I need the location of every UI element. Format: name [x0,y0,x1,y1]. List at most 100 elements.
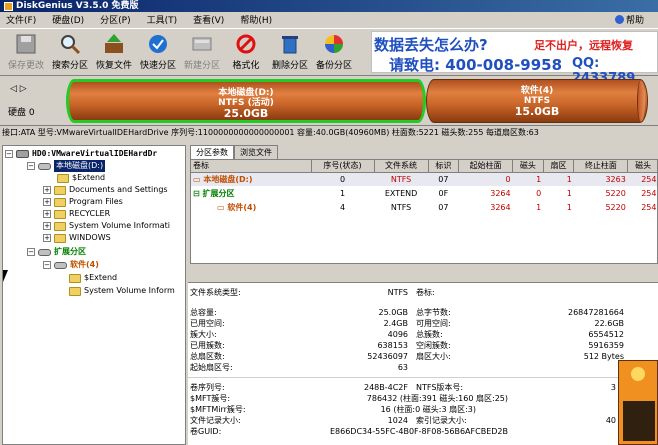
cell-label-text: 本地磁盘(D:) [203,174,253,184]
collapse-icon[interactable]: − [27,248,35,256]
quick-partition-label: 快速分区 [139,61,176,71]
menu-help[interactable]: 帮助(H) [238,13,274,26]
cluster-size-value: 4096 [387,330,408,339]
recover-files-button[interactable]: 恢复文件 [92,29,136,75]
tree-item-partition-d[interactable]: − 本地磁盘(D:) [27,160,106,172]
quick-partition-button[interactable]: 快速分区 [136,29,180,75]
new-partition-icon [191,33,213,55]
moon-icon [631,367,645,381]
folder-icon [57,173,69,183]
delete-partition-button[interactable]: 删除分区 [268,29,312,75]
expand-icon[interactable]: + [43,234,51,242]
backup-partition-label: 备份分区 [315,61,352,71]
col-header-end-cyl[interactable]: 终止柱面 [573,160,629,173]
format-button[interactable]: 格式化 [224,29,268,75]
tree-item-folder[interactable]: + WINDOWS [43,232,111,244]
recover-files-icon [103,33,125,55]
fs-type-label: 文件系统类型: [190,288,241,297]
expand-icon[interactable]: + [43,222,51,230]
free-clusters-label: 空闲簇数: [416,341,451,350]
ad-headline: 数据丢失怎么办? [374,36,488,54]
partition-bar-software[interactable]: 软件(4) NTFS 15.0GB [426,79,648,123]
disk-nav-arrows[interactable]: ◁ ▷ [10,84,27,94]
col-header-id[interactable]: 标识 [428,160,460,173]
tree-item-folder[interactable]: $Extend [57,172,105,184]
tree-item-folder[interactable]: System Volume Inform [69,285,175,297]
delete-partition-label: 删除分区 [271,61,308,71]
menu-file[interactable]: 文件(F) [4,13,38,26]
tab-partition-params[interactable]: 分区参数 [190,145,234,159]
tree-item-folder[interactable]: $Extend [69,272,117,284]
house-silhouette-icon [623,401,655,441]
table-header-row: 卷标 序号(状态) 文件系统 标识 起始柱面 磁头 扇区 终止柱面 磁头 [191,160,657,173]
halloween-corner-image [618,360,658,445]
tree-item-folder[interactable]: + System Volume Informati [43,220,170,232]
tree-item-extended[interactable]: − 扩展分区 [27,246,86,258]
table-row[interactable]: ▭ 本地磁盘(D:) 0 NTFS 07 0 1 1 3263 254 [191,172,657,186]
free-space-value: 22.6GB [594,319,625,328]
expand-icon[interactable]: + [43,198,51,206]
volume-label-label: 卷标: [416,288,435,297]
search-partition-button[interactable]: 搜索分区 [48,29,92,75]
mft-cluster-value: 786432 (柱面:391 磁头:160 扇区:25) [366,394,508,403]
col-header-fs[interactable]: 文件系统 [374,160,429,173]
tree-item-partition-software[interactable]: − 软件(4) [43,259,99,271]
serial-label: 卷序列号: [190,383,225,392]
partition-bar-d[interactable]: 本地磁盘(D:) NTFS (活动) 25.0GB [66,79,426,123]
tree-item-folder[interactable]: + Program Files [43,196,123,208]
cell-id: 07 [438,174,449,184]
collapse-icon[interactable]: − [27,162,35,170]
collapse-icon[interactable]: − [5,150,13,158]
tree-item-label: $Extend [84,273,118,282]
menu-partition[interactable]: 分区(P) [98,13,132,26]
col-header-index[interactable]: 序号(状态) [311,160,375,173]
total-bytes-value: 26847281664 [568,308,624,317]
col-header-head[interactable]: 磁头 [512,160,544,173]
partition-details: 文件系统类型: NTFS 卷标: 总容量: 25.0GB 总字节数: 26847… [188,282,658,445]
disk-map: ◁ ▷ 硬盘 0 本地磁盘(D:) NTFS (活动) 25.0GB 软件(4)… [0,77,658,125]
ntfs-version-value: 3 [610,383,616,392]
new-partition-button[interactable]: 新建分区 [180,29,224,75]
collapse-icon[interactable]: ⊟ [193,189,203,198]
tree-item-folder[interactable]: + Documents and Settings [43,184,168,196]
cell-sector: 1 [566,202,572,212]
new-partition-label: 新建分区 [183,61,220,71]
used-space-label: 已用空间: [190,319,225,328]
cluster-size-label: 簇大小: [190,330,217,339]
tree-item-folder[interactable]: + RECYCLER [43,208,110,220]
col-header-label[interactable]: 卷标 [191,160,312,173]
expand-icon[interactable]: + [43,210,51,218]
expand-icon[interactable]: + [43,186,51,194]
format-icon [235,33,257,55]
menu-view[interactable]: 查看(V) [191,13,226,26]
mftmirr-cluster-label: $MFTMirr簇号: [190,405,246,414]
table-row[interactable]: ⊟ 扩展分区 1 EXTEND 0F 3264 0 1 5220 254 [191,186,657,200]
ad-banner[interactable]: 数据丢失怎么办? 足不出户，远程恢复 请致电: 400-008-9958 QQ:… [371,31,658,86]
cell-start-cyl: 3264 [490,188,511,198]
help-link[interactable]: 帮助 [614,13,644,26]
format-label: 格式化 [232,61,260,71]
col-header-end-head[interactable]: 磁头 [627,160,657,173]
col-header-sector[interactable]: 扇区 [543,160,575,173]
disk-tree[interactable]: − HD0:VMwareVirtualIDEHardDr − 本地磁盘(D:) … [2,145,186,445]
folder-icon [54,185,66,195]
partition-bar-d-name: 本地磁盘(D:) [218,88,274,98]
total-capacity-value: 25.0GB [378,308,409,317]
tab-browse-files[interactable]: 浏览文件 [234,145,278,159]
col-header-start-cyl[interactable]: 起始柱面 [458,160,514,173]
disk-label: 硬盘 0 [8,108,35,118]
partition-icon: ▭ [217,202,228,212]
save-changes-button[interactable]: 保存更改 [4,29,48,75]
tree-item-label: 本地磁盘(D:) [54,160,106,172]
backup-partition-button[interactable]: 备份分区 [312,29,356,75]
table-row[interactable]: ▭ 软件(4) 4 NTFS 07 3264 1 1 5220 254 [191,200,657,214]
menu-disk[interactable]: 硬盘(D) [50,13,86,26]
cell-end-head: 254 [641,174,657,184]
collapse-icon[interactable]: − [43,261,51,269]
tree-item-disk[interactable]: − HD0:VMwareVirtualIDEHardDr [5,148,157,160]
cell-fs: NTFS [390,202,412,212]
cell-index: 0 [339,174,346,184]
folder-icon [69,286,81,296]
menu-tools[interactable]: 工具(T) [145,13,180,26]
tree-item-label: Documents and Settings [69,185,168,194]
